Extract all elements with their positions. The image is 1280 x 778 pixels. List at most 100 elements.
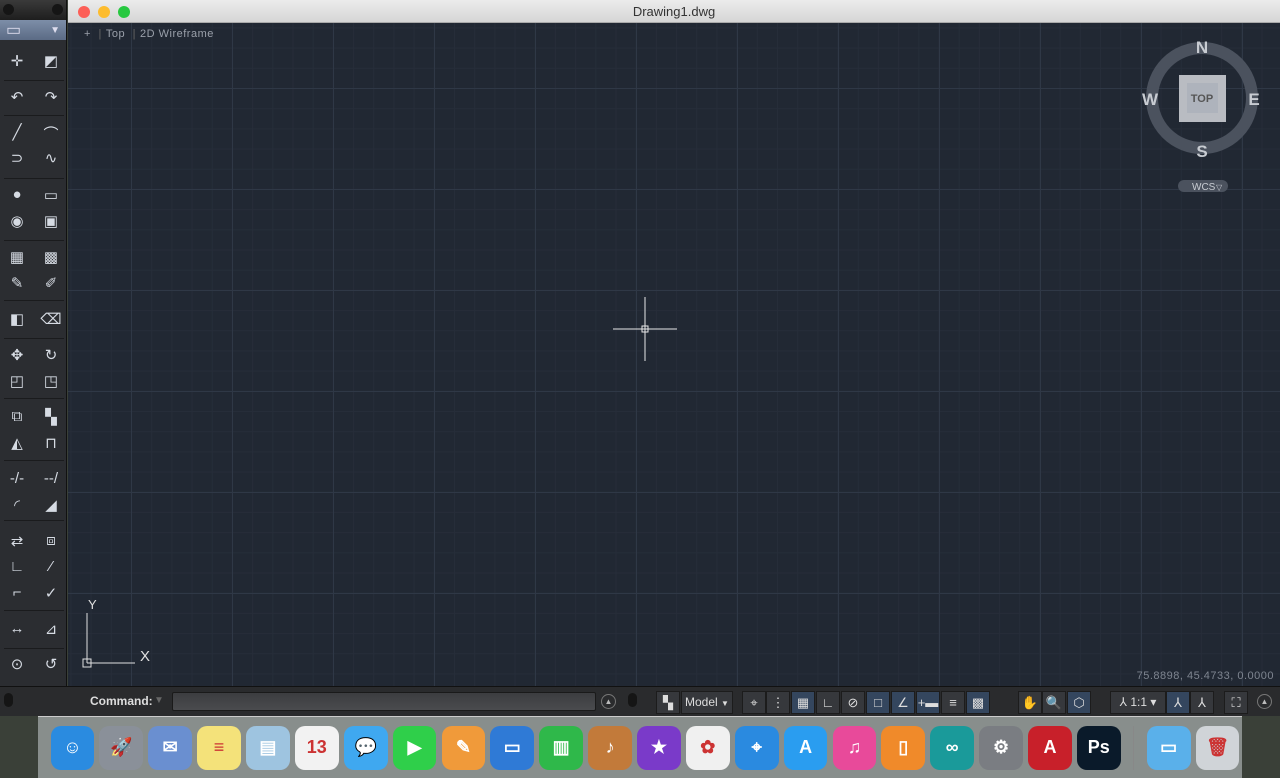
status-expand-button[interactable]: ▲ xyxy=(1257,694,1272,709)
lengthen-icon[interactable]: ⁄ xyxy=(40,558,62,575)
leader-icon[interactable]: ⊿ xyxy=(40,620,62,638)
measure-icon[interactable]: ⊙ xyxy=(6,655,28,673)
align-icon[interactable]: ⌐ xyxy=(6,584,28,602)
dock-downloads-folder-icon[interactable]: ▭ xyxy=(1146,725,1191,770)
properties-icon[interactable]: ✓ xyxy=(40,584,62,602)
break-icon[interactable]: ∟ xyxy=(6,558,28,575)
gradient-icon[interactable]: ▩ xyxy=(40,248,62,266)
polyline-icon[interactable]: ⊃ xyxy=(6,149,28,167)
drawing-canvas[interactable]: + | Top | 2D Wireframe X Y TOP N S E W WCS… xyxy=(68,23,1280,686)
annotation-scale-button[interactable]: ⅄ 1:1 ▾ xyxy=(1110,691,1166,714)
dock-facetime-icon[interactable]: ▶ xyxy=(392,725,437,770)
dock-finder-icon[interactable]: ☺ xyxy=(50,725,95,770)
dock-numbers-icon[interactable]: ▥ xyxy=(539,725,584,770)
dock-notes-icon[interactable]: ≡ xyxy=(197,725,241,770)
model-tab[interactable]: Model ▼ xyxy=(681,691,733,714)
layout-grid-button[interactable]: ▚ xyxy=(656,691,680,714)
copy-icon[interactable]: ⧉ xyxy=(6,408,28,426)
dock-safari-icon[interactable]: ⌖ xyxy=(734,725,779,770)
boundary-icon[interactable]: ▣ xyxy=(40,212,62,230)
minimize-button[interactable] xyxy=(98,6,110,18)
crosshair-point-icon[interactable]: ✛ xyxy=(6,52,28,70)
dock-calendar-icon[interactable]: 13 xyxy=(294,725,339,770)
ortho-mode-button[interactable]: ∟ xyxy=(816,691,840,714)
command-input[interactable] xyxy=(172,692,596,711)
arc-icon[interactable]: ⌒ xyxy=(40,123,62,144)
region-icon[interactable]: ◩ xyxy=(40,52,62,70)
zoom-button[interactable] xyxy=(118,6,130,18)
grid-display-button[interactable]: ▦ xyxy=(791,691,815,714)
dock-autocad-icon[interactable]: A xyxy=(1028,725,1072,770)
dynamic-ucs-button[interactable]: ∠ xyxy=(891,691,915,714)
toolbar-row: ↶ ↷ xyxy=(6,88,62,106)
move-icon[interactable]: ✥ xyxy=(6,346,28,364)
tool-palette: ▭ ▼ ✛ ◩ ↶ ↷ ╱ ⌒ ⊃ ∿ ● ▭ ◉ ▣ ▦ ▩ ✎ ✐ ◧ ⌫ ✥ ↻ ◰ ◳ ⧉ ▚ ◭ ⊓ -/- --/◜ ◢ ⇄ ⧈ ∟… xyxy=(0,0,67,686)
extend-icon[interactable]: --/ xyxy=(40,470,62,487)
dock-itunes-icon[interactable]: ♫ xyxy=(832,725,877,770)
dock-arduino-icon[interactable]: ∞ xyxy=(930,725,975,770)
infer-constraints-button[interactable]: ⋮ xyxy=(766,691,790,714)
dock-launchpad-icon[interactable]: 🚀 xyxy=(99,725,144,770)
redo-icon[interactable]: ↷ xyxy=(40,88,62,106)
trim-icon[interactable]: -/- xyxy=(6,470,28,487)
dock-photoshop-icon[interactable]: Ps xyxy=(1076,725,1121,770)
dynamic-input-button[interactable]: +▬ xyxy=(916,691,940,714)
array-icon[interactable]: ▚ xyxy=(40,408,62,426)
lineweight-button[interactable]: ≡ xyxy=(941,691,965,714)
toolbar-row: ⊙ ↺ xyxy=(6,655,62,673)
dock-photos-icon[interactable]: ✿ xyxy=(685,725,730,770)
inquiry-icon[interactable]: ↺ xyxy=(40,655,62,673)
offset-icon[interactable]: ⊓ xyxy=(40,434,62,452)
line-icon[interactable]: ╱ xyxy=(6,123,28,144)
snap-mode-button[interactable]: ⌖ xyxy=(742,691,766,714)
dock-messages-icon[interactable]: 💬 xyxy=(343,725,388,770)
annotation-visibility-button[interactable]: ⅄ xyxy=(1166,691,1190,714)
dock-pages-icon[interactable]: ✎ xyxy=(441,725,486,770)
brush-icon[interactable]: ✐ xyxy=(40,274,62,292)
dimension-icon[interactable]: ↔ xyxy=(6,620,28,638)
undo-icon[interactable]: ↶ xyxy=(6,88,28,106)
rectangle-icon[interactable]: ▭ xyxy=(40,186,62,204)
scale-icon[interactable]: ◰ xyxy=(6,372,28,390)
command-grip[interactable] xyxy=(4,693,13,707)
dock-keynote-icon[interactable]: ▭ xyxy=(490,725,535,770)
orbit-button[interactable]: ⬡ xyxy=(1067,691,1091,714)
spline-icon[interactable]: ∿ xyxy=(40,149,62,167)
auto-scale-button[interactable]: ⅄ xyxy=(1190,691,1214,714)
zoom-tool-button[interactable]: 🔍 xyxy=(1042,691,1066,714)
hatch-icon[interactable]: ▦ xyxy=(6,248,28,266)
dock-garageband-icon[interactable]: ♪ xyxy=(588,725,632,770)
object-snap-button[interactable]: □ xyxy=(866,691,890,714)
dock-trash-icon[interactable]: 🗑 xyxy=(1195,725,1240,770)
fillet-icon[interactable]: ◜ xyxy=(6,496,28,514)
stretch-icon[interactable]: ◳ xyxy=(40,372,62,390)
chamfer-icon[interactable]: ◢ xyxy=(40,496,62,514)
pan-button[interactable]: ✋ xyxy=(1018,691,1042,714)
dock-mail-icon[interactable]: ✉ xyxy=(148,725,193,770)
command-history-icon[interactable]: ▼ xyxy=(154,695,164,706)
circle-icon[interactable]: ● xyxy=(6,186,28,204)
pen-icon[interactable]: ✎ xyxy=(6,274,28,292)
join-icon[interactable]: ⧈ xyxy=(40,532,62,550)
erase-icon[interactable]: ⌫ xyxy=(40,310,62,328)
dock-ibooks-icon[interactable]: ▯ xyxy=(881,725,926,770)
transparency-button[interactable]: ▩ xyxy=(966,691,990,714)
dock-app-store-icon[interactable]: A xyxy=(783,725,828,770)
mirror-icon[interactable]: ◭ xyxy=(6,434,28,452)
command-expand-button[interactable]: ▲ xyxy=(601,694,616,709)
selection-mode-dropdown[interactable]: ▭ ▼ xyxy=(0,20,66,40)
fullscreen-button[interactable]: ⛶ xyxy=(1224,691,1248,714)
ellipse-icon[interactable]: ◉ xyxy=(6,212,28,230)
explode-icon[interactable]: ⇄ xyxy=(6,532,28,550)
viewcube[interactable]: TOP N S E W WCS ▽ xyxy=(1142,38,1260,193)
rotate-icon[interactable]: ↻ xyxy=(40,346,62,364)
dock-system-preferences-icon[interactable]: ⚙ xyxy=(979,725,1023,770)
window-title: Drawing1.dwg xyxy=(632,4,716,19)
dock-imovie-icon[interactable]: ★ xyxy=(637,725,681,770)
toolbar-row: ⇄ ⧈ xyxy=(6,532,62,550)
polar-tracking-button[interactable]: ⊘ xyxy=(841,691,865,714)
status-grip[interactable] xyxy=(628,693,637,707)
block-icon[interactable]: ◧ xyxy=(6,310,28,328)
dock-preview-icon[interactable]: ▤ xyxy=(246,725,290,770)
close-button[interactable] xyxy=(78,6,90,18)
